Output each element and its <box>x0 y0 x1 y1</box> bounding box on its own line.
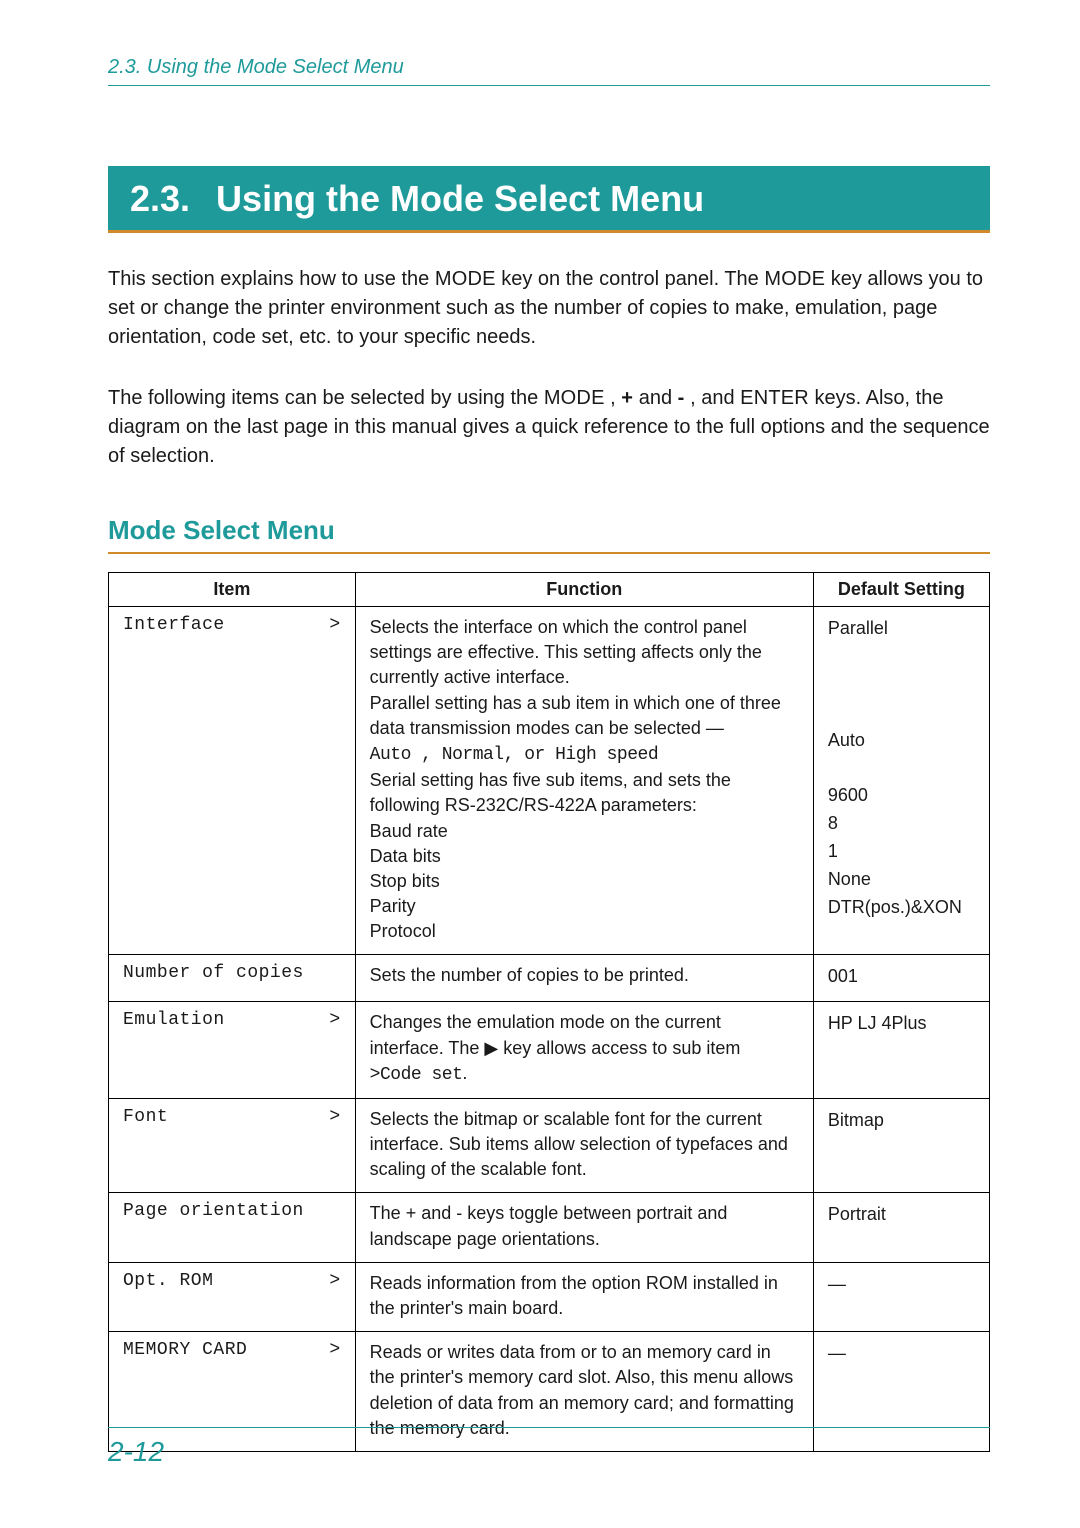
function-cell: The + and - keys toggle between portrait… <box>355 1193 813 1262</box>
text: , <box>605 387 622 409</box>
intro-paragraph-1: This section explains how to use the MOD… <box>108 265 990 352</box>
item-label: Opt. ROM <box>123 1271 213 1291</box>
function-mono: >Code set <box>370 1065 463 1085</box>
function-text: Selects the interface on which the contr… <box>370 617 781 738</box>
page-number: 2-12 <box>108 1436 164 1467</box>
table-header-row: Item Function Default Setting <box>109 573 990 607</box>
table-row: Interface > Selects the interface on which… <box>109 607 990 955</box>
item-label: Page orientation <box>123 1201 304 1221</box>
text: and <box>633 387 677 409</box>
function-mono: Auto , Normal, or High speed <box>370 745 658 765</box>
submenu-arrow-icon: > <box>329 1010 340 1030</box>
function-cell: Sets the number of copies to be printed. <box>355 955 813 1002</box>
function-text: Changes the emulation mode on the curren… <box>370 1012 741 1057</box>
submenu-arrow-icon: > <box>329 1271 340 1291</box>
text: , and <box>685 387 741 409</box>
subheading: Mode Select Menu <box>108 515 990 554</box>
item-label: Interface <box>123 615 225 635</box>
section-heading: 2.3. Using the Mode Select Menu <box>108 166 990 233</box>
table-row: Page orientation The + and - keys toggle … <box>109 1193 990 1262</box>
table-row: Emulation > Changes the emulation mode on … <box>109 1002 990 1099</box>
function-text: Reads information from the option ROM in… <box>370 1273 778 1318</box>
item-cell: Opt. ROM > <box>109 1262 356 1331</box>
item-label: Emulation <box>123 1010 225 1030</box>
submenu-arrow-icon: > <box>329 615 340 635</box>
text: This section explains how to use the <box>108 268 435 290</box>
item-label: Number of copies <box>123 963 304 983</box>
table-row: Number of copies Sets the number of copie… <box>109 955 990 1002</box>
submenu-arrow-icon: > <box>329 1340 340 1360</box>
function-text: Serial setting has five sub items, and s… <box>370 770 731 941</box>
table-row: Opt. ROM > Reads information from the opti… <box>109 1262 990 1331</box>
key-label: MODE <box>435 268 496 290</box>
default-cell: — <box>813 1262 989 1331</box>
running-header: 2.3. Using the Mode Select Menu <box>108 56 990 86</box>
default-cell: HP LJ 4Plus <box>813 1002 989 1099</box>
item-label: MEMORY CARD <box>123 1340 247 1360</box>
function-cell: Reads information from the option ROM in… <box>355 1262 813 1331</box>
key-label: - <box>678 387 685 409</box>
item-cell: Number of copies <box>109 955 356 1002</box>
item-label: Font <box>123 1107 168 1127</box>
item-cell: Emulation > <box>109 1002 356 1099</box>
function-cell: Selects the bitmap or scalable font for … <box>355 1098 813 1193</box>
function-text: Reads or writes data from or to an memor… <box>370 1342 794 1438</box>
page-footer: 2-12 <box>108 1427 990 1468</box>
item-cell: Page orientation <box>109 1193 356 1262</box>
table-row: Font > Selects the bitmap or scalable font… <box>109 1098 990 1193</box>
key-label: ENTER <box>740 387 809 409</box>
default-cell: Portrait <box>813 1193 989 1262</box>
col-default: Default Setting <box>813 573 989 607</box>
key-label: + <box>621 387 633 409</box>
function-cell: Changes the emulation mode on the curren… <box>355 1002 813 1099</box>
text: key on the control panel. The <box>496 268 765 290</box>
intro-paragraph-2: The following items can be selected by u… <box>108 384 990 471</box>
function-cell: Selects the interface on which the contr… <box>355 607 813 955</box>
item-cell: Font > <box>109 1098 356 1193</box>
col-item: Item <box>109 573 356 607</box>
default-cell: Bitmap <box>813 1098 989 1193</box>
key-label: MODE <box>544 387 605 409</box>
item-cell: Interface > <box>109 607 356 955</box>
mode-select-table: Item Function Default Setting Interface >… <box>108 572 990 1452</box>
submenu-arrow-icon: > <box>329 1107 340 1127</box>
col-function: Function <box>355 573 813 607</box>
function-text: Sets the number of copies to be printed. <box>370 965 689 985</box>
section-title: Using the Mode Select Menu <box>216 178 704 220</box>
function-text: . <box>462 1063 467 1083</box>
function-text: The + and - keys toggle between portrait… <box>370 1203 728 1248</box>
function-text: Selects the bitmap or scalable font for … <box>370 1109 788 1179</box>
default-cell: Parallel Auto 9600 8 1 None DTR(pos.)&XO… <box>813 607 989 955</box>
default-cell: 001 <box>813 955 989 1002</box>
key-label: MODE <box>764 268 825 290</box>
section-number: 2.3. <box>130 178 190 220</box>
text: The following items can be selected by u… <box>108 387 544 409</box>
